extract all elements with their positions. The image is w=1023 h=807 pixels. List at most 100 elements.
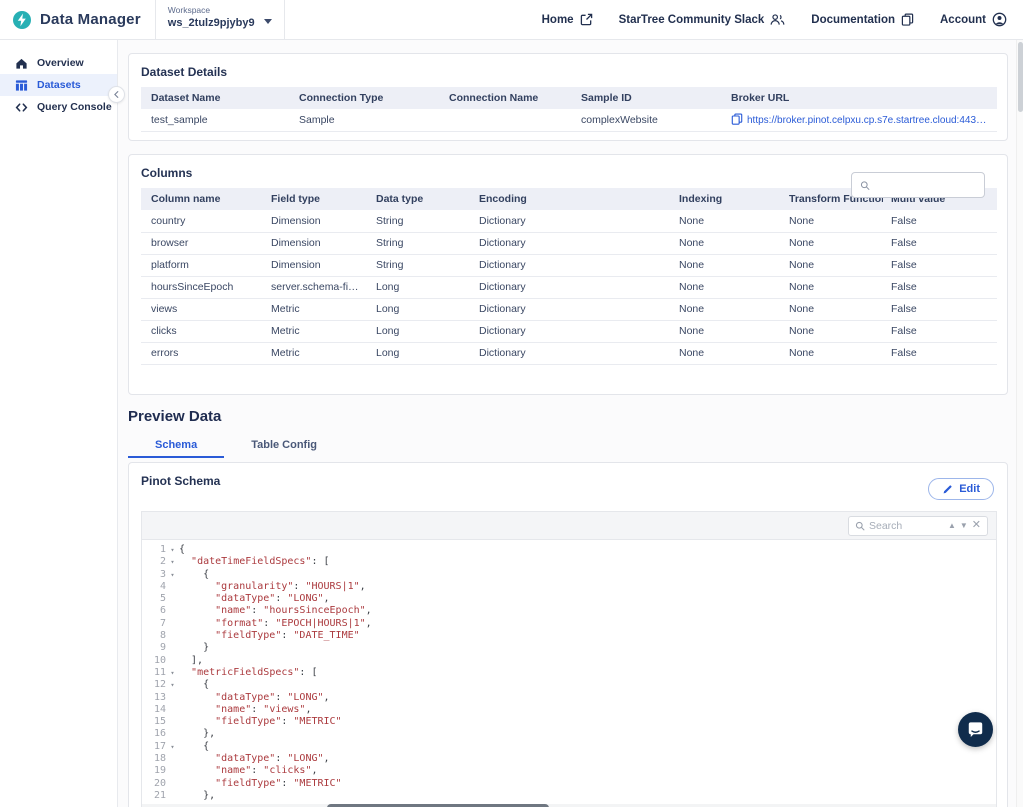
startree-bolt-icon [12,10,32,30]
table-cell: Dimension [263,254,368,276]
chat-bubble-icon [966,720,985,739]
table-cell: None [781,298,883,320]
table-cell: test_sample [141,109,291,131]
account-icon [992,12,1007,27]
pinot-schema-card: Pinot Schema Edit ▲ ▼ ✕ 1▾{2 [128,462,1008,807]
fold-caret-empty [166,765,179,777]
code-line: 13 "dataType": "LONG", [142,692,996,704]
sidebar-item-label: Query Console [37,101,112,113]
table-header-row: Dataset NameConnection TypeConnection Na… [141,87,997,109]
broker-url-link[interactable]: https://broker.pinot.celpxu.cp.s7e.start… [747,114,997,126]
table-cell: None [781,320,883,342]
code-text: "name": "hoursSinceEpoch", [179,605,372,617]
sidebar-item-label: Overview [37,57,84,69]
edit-button-label: Edit [959,483,980,495]
nav-account[interactable]: Account [940,12,1007,27]
editor-search-box[interactable]: ▲ ▼ ✕ [848,516,988,536]
line-number: 13 [142,692,166,704]
line-number: 14 [142,704,166,716]
fold-caret-icon[interactable]: ▾ [166,544,179,556]
table-cell: browser [141,232,263,254]
fold-caret-icon[interactable]: ▾ [166,679,179,691]
search-icon [860,180,870,191]
workspace-label: Workspace [168,5,272,15]
nav-label: StarTree Community Slack [619,14,765,26]
code-text: "dataType": "LONG", [179,692,330,704]
table-cell: None [671,298,781,320]
search-icon [855,521,865,531]
table-cell: country [141,210,263,232]
code-line: 14 "name": "views", [142,704,996,716]
code-line: 19 "name": "clicks", [142,765,996,777]
fold-caret-icon[interactable]: ▾ [166,667,179,679]
workspace-value: ws_2tulz9pjyby9 [168,17,272,29]
copy-icon[interactable] [731,113,743,125]
line-number: 16 [142,728,166,740]
line-number: 15 [142,716,166,728]
table-cell: Long [368,276,471,298]
line-number: 20 [142,778,166,790]
fold-caret-icon[interactable]: ▾ [166,741,179,753]
datasets-icon [15,79,28,92]
code-line: 2▾ "dateTimeFieldSpecs": [ [142,556,996,568]
table-cell: None [671,320,781,342]
app-header: Data Manager Workspace ws_2tulz9pjyby9 H… [0,0,1023,40]
nav-label: Documentation [811,14,895,26]
line-number: 18 [142,753,166,765]
line-number: 19 [142,765,166,777]
edit-button[interactable]: Edit [928,478,994,500]
code-line: 1▾{ [142,544,996,556]
page-scrollbar[interactable] [1016,40,1023,807]
search-close-icon[interactable]: ✕ [972,520,981,531]
table-cell: Sample [291,109,441,131]
code-line: 18 "dataType": "LONG", [142,753,996,765]
line-number: 6 [142,605,166,617]
code-text: "dataType": "LONG", [179,753,330,765]
table-cell: None [671,210,781,232]
column-header: Connection Type [291,87,441,109]
nav-home[interactable]: Home [542,13,593,26]
workspace-selector[interactable]: Workspace ws_2tulz9pjyby9 [155,0,285,40]
fold-caret-icon[interactable]: ▾ [166,569,179,581]
sidebar-item-datasets[interactable]: Datasets [0,74,117,96]
columns-search-input[interactable] [876,179,976,191]
table-row: hoursSinceEpochserver.schema-field-ty...… [141,276,997,298]
external-link-icon [580,13,593,26]
table-cell: None [781,210,883,232]
fold-caret-icon[interactable]: ▾ [166,556,179,568]
table-row: viewsMetricLongDictionaryNoneNoneFalse [141,298,997,320]
schema-code-editor[interactable]: ▲ ▼ ✕ 1▾{2▾ "dateTimeFieldSpecs": [3▾ {4… [141,511,997,807]
code-text: }, [179,728,215,740]
sidebar-item-query-console[interactable]: Query Console [0,96,117,118]
search-next-icon[interactable]: ▼ [960,522,968,530]
sidebar-item-overview[interactable]: Overview [0,52,117,74]
preview-tabs: SchemaTable Config [128,432,344,458]
fold-caret-empty [166,642,179,654]
table-cell: None [671,276,781,298]
chat-launcher-button[interactable] [958,712,993,747]
search-prev-icon[interactable]: ▲ [948,522,956,530]
sidebar-collapse-button[interactable] [108,86,125,103]
fold-caret-empty [166,581,179,593]
fold-caret-empty [166,704,179,716]
table-cell: Metric [263,298,368,320]
tab-schema[interactable]: Schema [128,432,224,458]
nav-startree-community-slack[interactable]: StarTree Community Slack [619,13,786,26]
pencil-icon [942,484,953,495]
code-text: { [179,741,209,753]
tab-table-config[interactable]: Table Config [224,432,344,458]
table-cell: False [883,342,997,364]
table-cell: clicks [141,320,263,342]
nav-documentation[interactable]: Documentation [811,13,914,26]
table-cell: False [883,254,997,276]
columns-search-box[interactable] [851,172,985,198]
editor-search-input[interactable] [869,520,944,532]
code-text: "fieldType": "METRIC" [179,778,342,790]
dataset-details-card: Dataset Details Dataset NameConnection T… [128,53,1008,141]
table-cell: None [671,254,781,276]
scrollbar-thumb[interactable] [1018,42,1023,112]
fold-caret-empty [166,655,179,667]
nav-label: Account [940,14,986,26]
line-number: 3 [142,569,166,581]
table-cell: False [883,320,997,342]
